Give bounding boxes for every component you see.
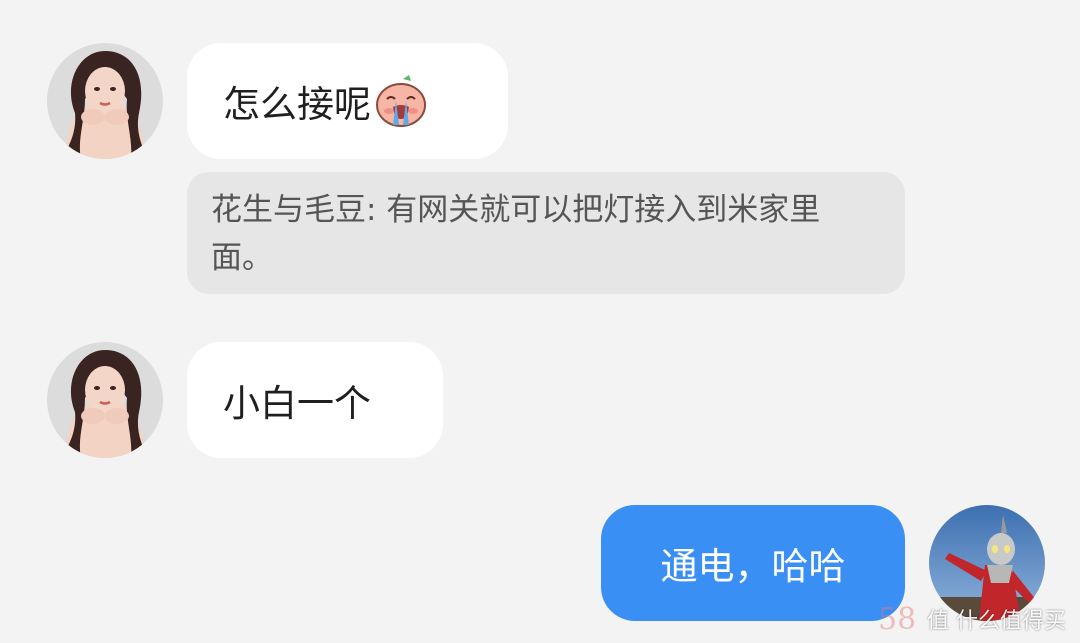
message-text: 怎么接呢	[223, 83, 371, 126]
message-text: 小白一个	[223, 382, 371, 425]
crying-face-emoji	[376, 75, 426, 127]
message-bubble-incoming[interactable]: 小白一个	[187, 342, 443, 458]
message-text: 通电，哈哈	[660, 545, 846, 588]
watermark-text: 值 什么值得买	[927, 609, 1066, 634]
quoted-reply[interactable]: 花生与毛豆: 有网关就可以把灯接入到米家里面。	[187, 172, 905, 294]
quoted-reply-text: 花生与毛豆: 有网关就可以把灯接入到米家里面。	[211, 192, 821, 276]
message-bubble-outgoing[interactable]: 通电，哈哈	[601, 505, 905, 621]
female-user-avatar[interactable]	[47, 43, 163, 159]
message-bubble-incoming[interactable]: 怎么接呢	[187, 43, 508, 159]
female-user-avatar[interactable]	[47, 342, 163, 458]
chat-screen: { "messages": [ { "id": "m1", "side": "i…	[0, 0, 1080, 643]
watermark-number: 58	[878, 602, 917, 637]
